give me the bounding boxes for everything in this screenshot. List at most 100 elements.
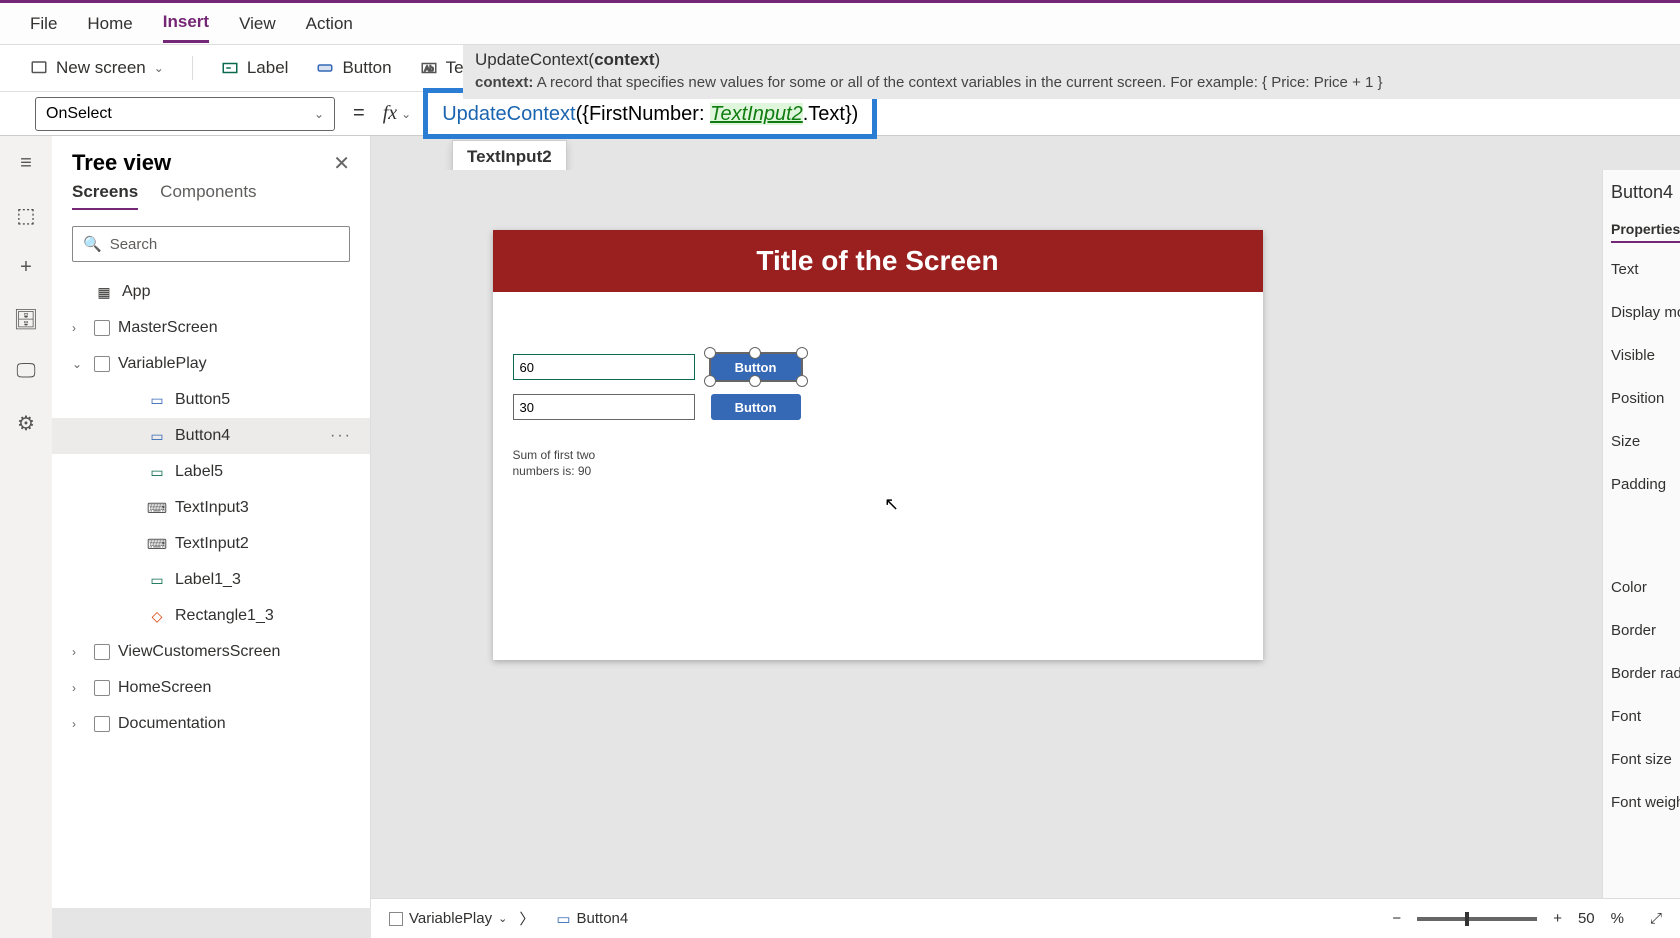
tab-properties[interactable]: Properties xyxy=(1611,221,1680,243)
button-icon: ▭ xyxy=(556,910,570,928)
tree-textinput3[interactable]: ⌨TextInput3 xyxy=(52,490,370,526)
help-fn: UpdateContext xyxy=(475,50,588,69)
menu-file[interactable]: File xyxy=(30,6,57,42)
textinput2-preview[interactable] xyxy=(513,354,695,380)
fit-screen-icon[interactable]: ⤢ xyxy=(1650,910,1662,927)
tree-button4[interactable]: ▭Button4··· xyxy=(52,418,370,454)
prop-position[interactable]: Position xyxy=(1611,390,1672,407)
canvas-area[interactable]: Title of the Screen Button Button Sum of… xyxy=(390,170,1365,898)
button5-preview[interactable]: Button xyxy=(711,394,801,420)
media-icon[interactable]: 🖵 xyxy=(16,360,35,383)
hamburger-icon[interactable]: ≡ xyxy=(20,152,32,175)
settings-icon[interactable]: ⚙ xyxy=(17,411,35,436)
formula-ref: TextInput2 xyxy=(710,103,803,125)
menu-home[interactable]: Home xyxy=(87,6,132,42)
label-button[interactable]: Label xyxy=(221,58,289,78)
help-desc-label: context: xyxy=(475,74,533,91)
zoom-in-button[interactable]: + xyxy=(1553,910,1562,927)
screen-preview: Title of the Screen Button Button Sum of… xyxy=(493,230,1263,660)
menu-action[interactable]: Action xyxy=(306,6,353,42)
property-selector[interactable]: OnSelect ⌄ xyxy=(35,97,335,131)
breadcrumb-control[interactable]: ▭ Button4 xyxy=(556,910,628,928)
insert-icon[interactable]: + xyxy=(20,256,32,279)
button-icon: ▭ xyxy=(147,428,167,444)
new-screen-button[interactable]: New screen ⌄ xyxy=(30,58,164,78)
tree-textinput2[interactable]: ⌨TextInput2 xyxy=(52,526,370,562)
tree-view-title: Tree view xyxy=(72,150,171,176)
button4-preview[interactable]: Button xyxy=(711,354,801,380)
prop-border[interactable]: Border xyxy=(1611,622,1672,639)
label-icon xyxy=(221,59,239,77)
tree-app[interactable]: ▦App xyxy=(52,274,370,310)
zoom-percent: % xyxy=(1611,910,1624,927)
zoom-slider[interactable] xyxy=(1417,917,1537,921)
textinput3-preview[interactable] xyxy=(513,394,695,420)
tree-label5[interactable]: ▭Label5 xyxy=(52,454,370,490)
equals-sign: = xyxy=(353,102,365,125)
search-placeholder: Search xyxy=(110,236,158,253)
tree-documentation[interactable]: ›Documentation xyxy=(52,706,370,742)
new-screen-label: New screen xyxy=(56,58,146,78)
tree-search[interactable]: 🔍 Search xyxy=(72,226,350,262)
status-bar: VariablePlay ⌄ 〉 ▭ Button4 − + 50 % ⤢ xyxy=(371,898,1680,938)
property-selector-value: OnSelect xyxy=(46,105,112,123)
zoom-out-button[interactable]: − xyxy=(1392,910,1401,927)
text-icon: Ab xyxy=(420,59,438,77)
help-desc-text: A record that specifies new values for s… xyxy=(537,74,1383,91)
left-rail: ≡ ⬚ + 🗄 🖵 ⚙ xyxy=(0,136,52,938)
formula-bar[interactable]: UpdateContext({FirstNumber: TextInput2.T… xyxy=(436,97,864,130)
tree-masterscreen[interactable]: ›MasterScreen xyxy=(52,310,370,346)
more-icon[interactable]: ··· xyxy=(330,427,352,445)
textinput-icon: ⌨ xyxy=(147,500,167,516)
prop-border-radius[interactable]: Border radius xyxy=(1611,665,1672,682)
menu-bar: File Home Insert View Action xyxy=(0,3,1680,45)
formula-keyword: UpdateContext xyxy=(442,103,575,125)
menu-insert[interactable]: Insert xyxy=(163,4,209,43)
prop-color[interactable]: Color xyxy=(1611,579,1672,596)
app-icon: ▦ xyxy=(94,284,114,300)
tree-homescreen[interactable]: ›HomeScreen xyxy=(52,670,370,706)
prop-font-weight[interactable]: Font weight xyxy=(1611,794,1672,811)
chevron-down-icon: ⌄ xyxy=(498,912,507,925)
prop-padding[interactable]: Padding xyxy=(1611,476,1672,493)
button-text: Button xyxy=(735,360,777,375)
formula-help: UpdateContext(context) context: A record… xyxy=(463,45,1680,99)
tree-view-icon[interactable]: ⬚ xyxy=(17,203,36,228)
tree-rectangle1-3[interactable]: ◇Rectangle1_3 xyxy=(52,598,370,634)
tree-label1-3[interactable]: ▭Label1_3 xyxy=(52,562,370,598)
intellisense-popup[interactable]: TextInput2 xyxy=(452,140,567,174)
prop-display-mode[interactable]: Display mode xyxy=(1611,304,1672,321)
prop-font-size[interactable]: Font size xyxy=(1611,751,1672,768)
shape-icon: ◇ xyxy=(147,608,167,624)
tab-screens[interactable]: Screens xyxy=(72,182,138,210)
search-icon: 🔍 xyxy=(83,235,102,253)
prop-font[interactable]: Font xyxy=(1611,708,1672,725)
zoom-value: 50 xyxy=(1578,910,1595,927)
label-label: Label xyxy=(247,58,289,78)
button-icon: ▭ xyxy=(147,392,167,408)
prop-visible[interactable]: Visible xyxy=(1611,347,1672,364)
tree-variableplay[interactable]: ⌄VariablePlay xyxy=(52,346,370,382)
screen-icon xyxy=(30,59,48,77)
chevron-down-icon[interactable]: ⌄ xyxy=(401,107,411,121)
data-icon[interactable]: 🗄 xyxy=(13,307,38,332)
chevron-down-icon: ⌄ xyxy=(154,61,164,75)
breadcrumb-screen[interactable]: VariablePlay ⌄ 〉 xyxy=(389,908,540,929)
button-label: Button xyxy=(342,58,391,78)
textinput-icon: ⌨ xyxy=(147,536,167,552)
formula-text: ({FirstNumber: xyxy=(576,103,710,125)
tree-button5[interactable]: ▭Button5 xyxy=(52,382,370,418)
tab-components[interactable]: Components xyxy=(160,182,256,210)
prop-text[interactable]: Text xyxy=(1611,261,1672,278)
tree-view-panel: Tree view ✕ Screens Components 🔍 Search … xyxy=(52,136,371,908)
close-icon[interactable]: ✕ xyxy=(333,151,350,176)
tree-list: ▦App ›MasterScreen ⌄VariablePlay ▭Button… xyxy=(52,274,370,742)
chevron-down-icon: ⌄ xyxy=(314,107,324,121)
help-arg: context xyxy=(594,50,654,69)
menu-view[interactable]: View xyxy=(239,6,276,42)
tree-viewcustomers[interactable]: ›ViewCustomersScreen xyxy=(52,634,370,670)
selected-control-name: Button4 xyxy=(1611,182,1672,203)
button-button[interactable]: Button xyxy=(316,58,391,78)
prop-size[interactable]: Size xyxy=(1611,433,1672,450)
button-icon xyxy=(316,59,334,77)
